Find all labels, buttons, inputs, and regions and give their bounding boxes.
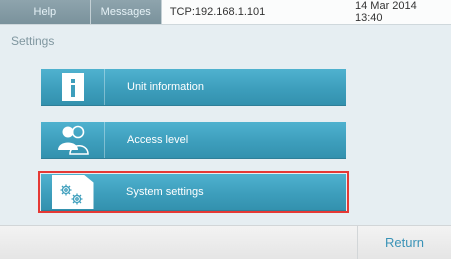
system-settings-label: System settings: [126, 186, 204, 198]
system-settings-button[interactable]: System settings: [38, 171, 349, 213]
unit-information-button[interactable]: Unit information: [41, 69, 346, 105]
return-button[interactable]: Return: [357, 226, 451, 259]
users-icon: [41, 122, 105, 158]
bottom-bar: Return: [0, 225, 451, 259]
page-title: Settings: [11, 34, 55, 48]
access-level-button[interactable]: Access level: [41, 122, 346, 158]
connection-status: TCP:192.168.1.101: [169, 6, 266, 18]
access-level-label: Access level: [127, 134, 189, 146]
top-bar: Help Messages TCP:192.168.1.101 14 Mar 2…: [0, 0, 451, 25]
info-icon: [41, 69, 105, 105]
tab-help[interactable]: Help: [0, 0, 91, 24]
tab-messages[interactable]: Messages: [90, 0, 162, 24]
unit-information-label: Unit information: [127, 81, 205, 93]
date-time: 14 Mar 2014 13:40: [355, 0, 417, 24]
gears-icon: [41, 174, 104, 210]
